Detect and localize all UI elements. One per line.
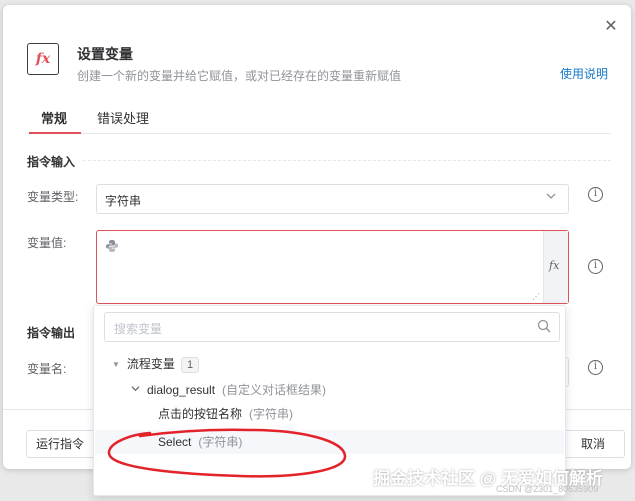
var-type-value: 字符串 [105,194,142,208]
tree-node-dialog-result[interactable]: dialog_result (自定义对话框结果) [131,379,326,401]
dialog-subtitle: 创建一个新的变量并给它赋值，或对已经存在的变量重新赋值 [77,69,402,83]
var-value-label: 变量值: [27,236,67,250]
cancel-button[interactable]: 取消 [561,430,625,458]
group-label: 流程变量 [126,357,175,371]
fx-icon: fx [27,43,59,75]
leaf-label: Select [158,435,192,449]
leaf-label: 点击的按钮名称 [158,407,243,421]
search-placeholder: 搜索变量 [114,322,163,336]
tree-leaf-clicked-button-name[interactable]: 点击的按钮名称 (字符串) [158,403,293,425]
tree-leaf-select[interactable]: Select (字符串) [158,431,242,453]
active-tab-indicator [29,132,81,134]
tab-general[interactable]: 常规 [41,108,67,127]
section-output-title: 指令输出 [27,326,76,340]
node-label: dialog_result [147,383,216,397]
dialog-title: 设置变量 [77,46,133,62]
fx-expression-button[interactable]: fx [543,231,568,303]
group-count-badge: 1 [180,356,200,373]
python-icon [105,239,119,256]
close-icon[interactable]: ✕ [601,17,621,37]
var-type-select[interactable]: 字符串 [96,184,569,214]
var-type-info-icon[interactable]: i [588,187,603,202]
leaf-type: (字符串) [249,407,294,421]
var-value-input[interactable]: fx ⋰ [96,230,569,304]
section-input-title: 指令输入 [27,155,76,169]
tab-error-handling[interactable]: 错误处理 [97,108,149,127]
fx-label: fx [549,259,560,272]
tab-bar: 常规 错误处理 [27,105,611,134]
tree-group-flow-variables[interactable]: ▼ 流程变量 1 [112,353,200,375]
var-type-label: 变量类型: [27,190,79,204]
chevron-down-icon [546,191,556,204]
section-divider [83,160,611,161]
resize-handle-icon[interactable]: ⋰ [532,292,540,301]
caret-down-icon: ▼ [112,359,120,369]
run-command-button[interactable]: 运行指令 [26,430,101,458]
var-value-info-icon[interactable]: i [588,259,603,274]
leaf-type: (字符串) [198,435,243,449]
variable-search-input[interactable]: 搜索变量 [104,312,560,342]
node-type: (自定义对话框结果) [222,383,327,397]
var-name-label: 变量名: [27,362,67,376]
help-link[interactable]: 使用说明 [560,65,608,82]
search-icon [537,319,551,333]
chevron-down-icon [131,380,140,402]
var-name-info-icon[interactable]: i [588,360,603,375]
watermark-sub: CSDN @2301_80635909 [496,484,599,494]
fx-icon-text: fx [35,51,51,67]
